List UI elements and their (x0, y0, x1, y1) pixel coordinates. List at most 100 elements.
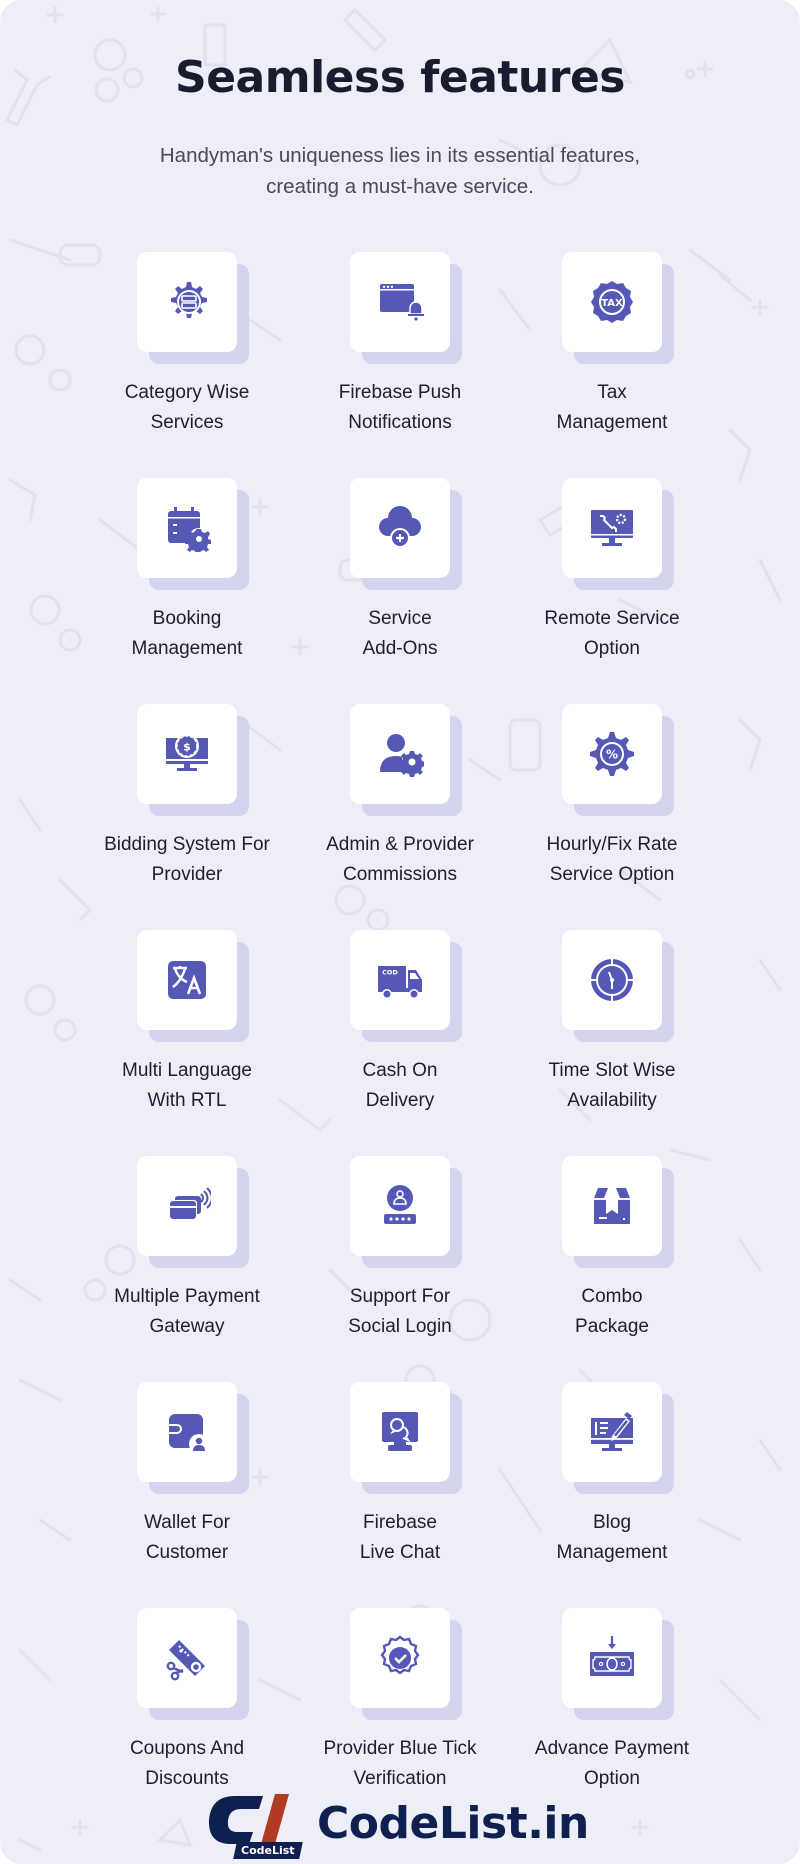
monitor-chat-icon (382, 1412, 418, 1451)
feature-label-line-2: Gateway (149, 1316, 225, 1337)
feature-card (137, 1608, 249, 1720)
feature-label-line-1: Support For (349, 1286, 451, 1307)
feature-card (562, 1156, 674, 1268)
feature-label-line-2: Service Option (549, 864, 675, 885)
monitor-tools-icon (591, 510, 633, 546)
svg-text:%: % (606, 748, 618, 762)
feature-label-line-1: Category Wise (124, 382, 250, 403)
codelist-wordmark: CodeList.in (317, 1798, 589, 1849)
feature-icon-card (562, 478, 662, 578)
gear-list-icon (171, 282, 207, 318)
user-password-icon (384, 1185, 416, 1224)
feature-label-line-2: Option (584, 1768, 640, 1789)
feature-label-line-2: Option (584, 638, 640, 659)
coupon-scissors-icon (166, 1640, 205, 1681)
feature-label-line-1: Bidding System For (104, 834, 270, 855)
monitor-edit-icon (591, 1412, 633, 1451)
codelist-badge: CodeList (233, 1842, 303, 1859)
feature-icon-card (350, 478, 450, 578)
feature-label: Bidding System For Provider (81, 830, 293, 890)
feature-icon-card (350, 252, 450, 352)
feature-label-line-1: Hourly/Fix Rate (546, 834, 678, 855)
feature-label: Firebase Live Chat (294, 1508, 506, 1568)
feature-label: Support For Social Login (294, 1282, 506, 1342)
feature-card (350, 1382, 462, 1494)
feature-icon-card: COD (350, 930, 450, 1030)
wallet-user-icon (169, 1414, 209, 1454)
feature-icon-card (562, 1382, 662, 1482)
feature-label-line-1: Firebase Push (338, 382, 462, 403)
package-box-icon (594, 1188, 630, 1224)
feature-label-line-1: Wallet For (144, 1512, 230, 1533)
feature-label-line-2: Social Login (348, 1316, 452, 1337)
feature-icon-card (562, 930, 662, 1030)
feature-icon-card (350, 704, 450, 804)
page-subtitle: Handyman's uniqueness lies in its essent… (100, 140, 700, 202)
feature-card (350, 704, 462, 816)
feature-icon-card (137, 930, 237, 1030)
feature-label: Category Wise Services (81, 378, 293, 438)
translate-icon (168, 961, 206, 999)
feature-card (137, 930, 249, 1042)
feature-card: % (562, 704, 674, 816)
subtitle-line-2: creating a must-have service. (266, 175, 534, 198)
feature-label-line-1: Coupons And (129, 1738, 245, 1759)
subtitle-line-1: Handyman's uniqueness lies in its essent… (159, 144, 641, 167)
feature-icon-card (137, 1382, 237, 1482)
feature-label: Tax Management (506, 378, 718, 438)
feature-card (562, 1382, 674, 1494)
gear-percent-icon: % (590, 732, 634, 776)
feature-label-line-2: Services (150, 412, 224, 433)
banknote-arrow-icon (590, 1636, 634, 1676)
feature-label-line-1: Tax (597, 382, 627, 403)
feature-label: Combo Package (506, 1282, 718, 1342)
svg-text:TAX: TAX (601, 298, 623, 309)
feature-card (350, 1156, 462, 1268)
feature-card (137, 252, 249, 364)
feature-icon-card (137, 478, 237, 578)
feature-icon-card (350, 1156, 450, 1256)
feature-icon-card: % (562, 704, 662, 804)
feature-icon-card (350, 1608, 450, 1708)
monitor-dollar-icon: $ (166, 734, 208, 771)
feature-label-line-2: Management (556, 412, 668, 433)
tax-gear-icon: TAX (591, 281, 633, 323)
feature-card (562, 1608, 674, 1720)
feature-card (350, 1608, 462, 1720)
feature-label: Blog Management (506, 1508, 718, 1568)
feature-label: Multi Language With RTL (81, 1056, 293, 1116)
feature-card (137, 478, 249, 590)
feature-label: Advance Payment Option (506, 1734, 718, 1794)
feature-card (350, 478, 462, 590)
feature-label-line-1: Service (368, 608, 432, 629)
verified-badge-icon (380, 1635, 420, 1675)
codelist-logo: CodeList CodeList.in (205, 1792, 589, 1862)
user-gear-icon (380, 734, 424, 777)
feature-label-line-1: Advance Payment (534, 1738, 690, 1759)
page-title: Seamless features (175, 52, 625, 103)
feature-card: COD (350, 930, 462, 1042)
feature-label-line-2: Add-Ons (362, 638, 438, 659)
feature-card (137, 1156, 249, 1268)
feature-label-line-1: Multiple Payment (114, 1286, 260, 1307)
feature-label-line-2: Live Chat (359, 1542, 441, 1563)
feature-label-line-2: Management (131, 638, 243, 659)
cod-truck-icon: COD (378, 966, 422, 999)
feature-label-line-1: Time Slot Wise (548, 1060, 676, 1081)
feature-label: Firebase Push Notifications (294, 378, 506, 438)
feature-label-line-1: Firebase (363, 1512, 437, 1533)
feature-label-line-1: Provider Blue Tick (323, 1738, 477, 1759)
feature-card: $ (137, 704, 249, 816)
feature-label-line-2: Management (556, 1542, 668, 1563)
feature-card: TAX (562, 252, 674, 364)
feature-label-line-2: Availability (567, 1090, 657, 1111)
clock-dial-icon (591, 959, 633, 1001)
feature-label: Time Slot Wise Availability (506, 1056, 718, 1116)
feature-icon-card (562, 1156, 662, 1256)
contactless-card-icon (169, 1187, 211, 1220)
feature-icon-card (350, 1382, 450, 1482)
feature-card (562, 478, 674, 590)
feature-label-line-2: Verification (353, 1768, 447, 1789)
features-panel: Seamless features Handyman's uniqueness … (0, 0, 800, 1864)
feature-label: Cash On Delivery (294, 1056, 506, 1116)
